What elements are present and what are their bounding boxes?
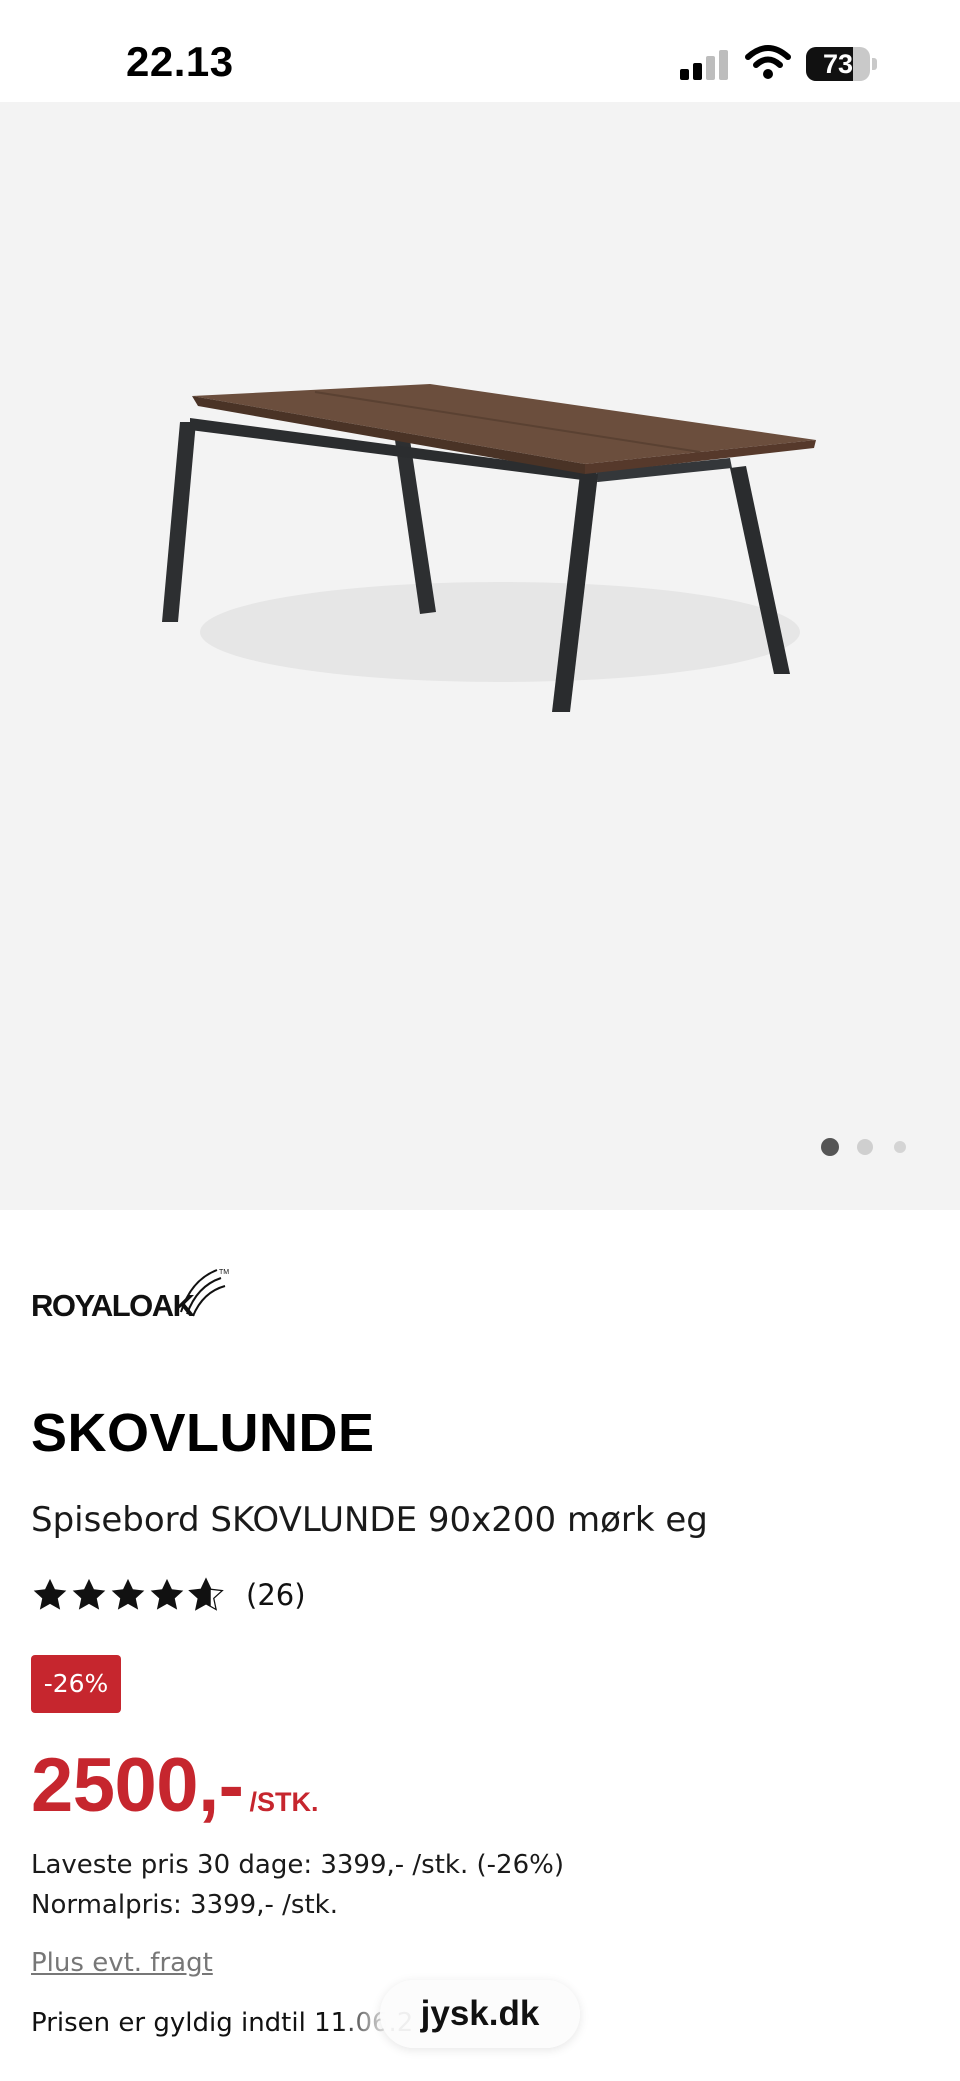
star-icon — [111, 1578, 145, 1610]
gallery-pagination — [0, 1138, 960, 1158]
svg-text:TM: TM — [219, 1269, 229, 1276]
star-icon — [33, 1578, 67, 1610]
browser-url-pill[interactable]: jysk.dk — [380, 1980, 580, 2048]
product-rating[interactable]: (26) — [31, 1574, 306, 1616]
star-icon — [72, 1578, 106, 1610]
price-unit: /STK. — [249, 1787, 319, 1817]
gallery-dot-3[interactable] — [894, 1141, 906, 1153]
shipping-link[interactable]: Plus evt. fragt — [31, 1948, 213, 1978]
review-count[interactable]: (26) — [246, 1578, 306, 1612]
gallery-dot-2[interactable] — [857, 1139, 873, 1155]
star-partial-icon — [188, 1577, 224, 1611]
product-name: SKOVLUNDE — [31, 1403, 375, 1463]
battery-level: 73 — [822, 49, 854, 79]
status-bar: 22.13 73 — [0, 0, 960, 102]
cellular-signal-icon — [680, 50, 730, 80]
product-description: Spisebord SKOVLUNDE 90x200 mørk eg — [31, 1500, 708, 1540]
battery-icon: 73 — [806, 47, 877, 81]
table-image[interactable] — [140, 382, 820, 762]
rating-stars — [31, 1576, 226, 1614]
normal-price: Normalpris: 3399,- /stk. — [31, 1890, 338, 1920]
product-gallery[interactable] — [0, 102, 960, 1210]
lowest-price-30-days: Laveste pris 30 dage: 3399,- /stk. (-26%… — [31, 1850, 564, 1880]
price-value: 2500,- — [31, 1743, 244, 1828]
star-icon — [150, 1578, 184, 1610]
brand-logo[interactable]: ROYALOAK TM — [31, 1262, 231, 1328]
status-time: 22.13 — [126, 38, 234, 85]
price: 2500,- /STK. — [31, 1742, 319, 1829]
gallery-dot-1[interactable] — [821, 1138, 839, 1156]
discount-badge: -26% — [31, 1655, 121, 1713]
brand-logo-text: ROYALOAK — [31, 1288, 196, 1323]
wifi-icon — [745, 44, 791, 80]
